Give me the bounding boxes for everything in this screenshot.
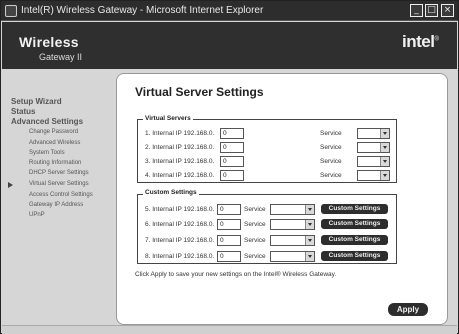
row-label: 4. Internal IP 192.168.0. <box>145 172 215 179</box>
ip-input[interactable]: 0 <box>217 219 241 230</box>
virtual-servers-legend: Virtual Servers <box>143 115 193 122</box>
window-title: Intel(R) Wireless Gateway - Microsoft In… <box>21 5 264 16</box>
nav-item-upnp[interactable]: UPnP <box>29 212 45 218</box>
nav-setup-wizard[interactable]: Setup Wizard <box>11 97 62 106</box>
row-label: 3. Internal IP 192.168.0. <box>145 158 215 165</box>
custom-settings-button[interactable]: Custom Settings <box>321 251 388 261</box>
service-select[interactable] <box>357 142 390 153</box>
ip-input[interactable]: 0 <box>217 251 241 262</box>
service-select[interactable] <box>270 204 315 215</box>
maximize-button[interactable]: □ <box>425 4 438 17</box>
nav-item-gateway-ip-address[interactable]: Gateway IP Address <box>29 202 83 208</box>
ip-input[interactable]: 0 <box>220 128 244 139</box>
ip-input[interactable]: 0 <box>220 142 244 153</box>
page-title: Virtual Server Settings <box>135 85 264 99</box>
title-bar: Intel(R) Wireless Gateway - Microsoft In… <box>1 1 458 21</box>
status-bar <box>2 325 457 334</box>
service-select[interactable] <box>357 156 390 167</box>
service-label: Service <box>244 206 266 213</box>
custom-settings-button[interactable]: Custom Settings <box>321 204 388 214</box>
custom-settings-legend: Custom Settings <box>143 189 199 196</box>
chevron-down-icon <box>305 252 314 261</box>
header-banner: Wireless Gateway II intel® <box>2 22 457 69</box>
browser-window: Intel(R) Wireless Gateway - Microsoft In… <box>0 0 459 334</box>
nav-item-access-control-settings[interactable]: Access Control Settings <box>29 192 93 198</box>
apply-note: Click Apply to save your new settings on… <box>135 271 337 278</box>
intel-logo: intel® <box>402 32 439 51</box>
service-label: Service <box>244 253 266 260</box>
service-label: Service <box>320 130 342 137</box>
nav-status[interactable]: Status <box>11 107 35 116</box>
nav-item-dhcp-server-settings[interactable]: DHCP Server Settings <box>29 170 89 176</box>
chevron-down-icon <box>380 157 389 166</box>
chevron-down-icon <box>305 236 314 245</box>
service-select[interactable] <box>270 219 315 230</box>
chevron-down-icon <box>380 171 389 180</box>
ie-icon <box>5 5 17 17</box>
chevron-down-icon <box>380 129 389 138</box>
service-label: Service <box>320 158 342 165</box>
service-select[interactable] <box>270 251 315 262</box>
row-label: 8. Internal IP 192.168.0. <box>145 253 215 260</box>
nav-item-system-tools[interactable]: System Tools <box>29 150 65 156</box>
ip-input[interactable]: 0 <box>220 156 244 167</box>
apply-button[interactable]: Apply <box>388 303 428 316</box>
nav-item-change-password[interactable]: Change Password <box>29 129 78 135</box>
service-label: Service <box>244 221 266 228</box>
sidebar-nav: Setup Wizard Status Advanced Settings Ch… <box>2 69 111 324</box>
nav-item-advanced-wireless[interactable]: Advanced Wireless <box>29 140 80 146</box>
close-button[interactable]: × <box>441 4 454 17</box>
custom-settings-button[interactable]: Custom Settings <box>321 235 388 245</box>
row-label: 6. Internal IP 192.168.0. <box>145 221 215 228</box>
nav-advanced-settings[interactable]: Advanced Settings <box>11 117 83 126</box>
row-label: 7. Internal IP 192.168.0. <box>145 237 215 244</box>
service-label: Service <box>320 172 342 179</box>
ip-input[interactable]: 0 <box>217 235 241 246</box>
arrow-right-icon <box>8 182 13 188</box>
brand-title: Wireless <box>19 34 79 50</box>
chevron-down-icon <box>305 205 314 214</box>
service-select[interactable] <box>270 235 315 246</box>
ip-input[interactable]: 0 <box>217 204 241 215</box>
chevron-down-icon <box>305 220 314 229</box>
nav-item-virtual-server-settings[interactable]: Virtual Server Settings <box>29 181 89 187</box>
row-label: 2. Internal IP 192.168.0. <box>145 144 215 151</box>
ip-input[interactable]: 0 <box>220 170 244 181</box>
row-label: 1. Internal IP 192.168.0. <box>145 130 215 137</box>
service-select[interactable] <box>357 170 390 181</box>
service-select[interactable] <box>357 128 390 139</box>
chevron-down-icon <box>380 143 389 152</box>
row-label: 5. Internal IP 192.168.0. <box>145 206 215 213</box>
custom-settings-button[interactable]: Custom Settings <box>321 219 388 229</box>
service-label: Service <box>320 144 342 151</box>
minimize-button[interactable]: _ <box>410 4 423 17</box>
nav-item-routing-information[interactable]: Routing Information <box>29 160 81 166</box>
brand-subtitle: Gateway II <box>39 52 83 62</box>
service-label: Service <box>244 237 266 244</box>
